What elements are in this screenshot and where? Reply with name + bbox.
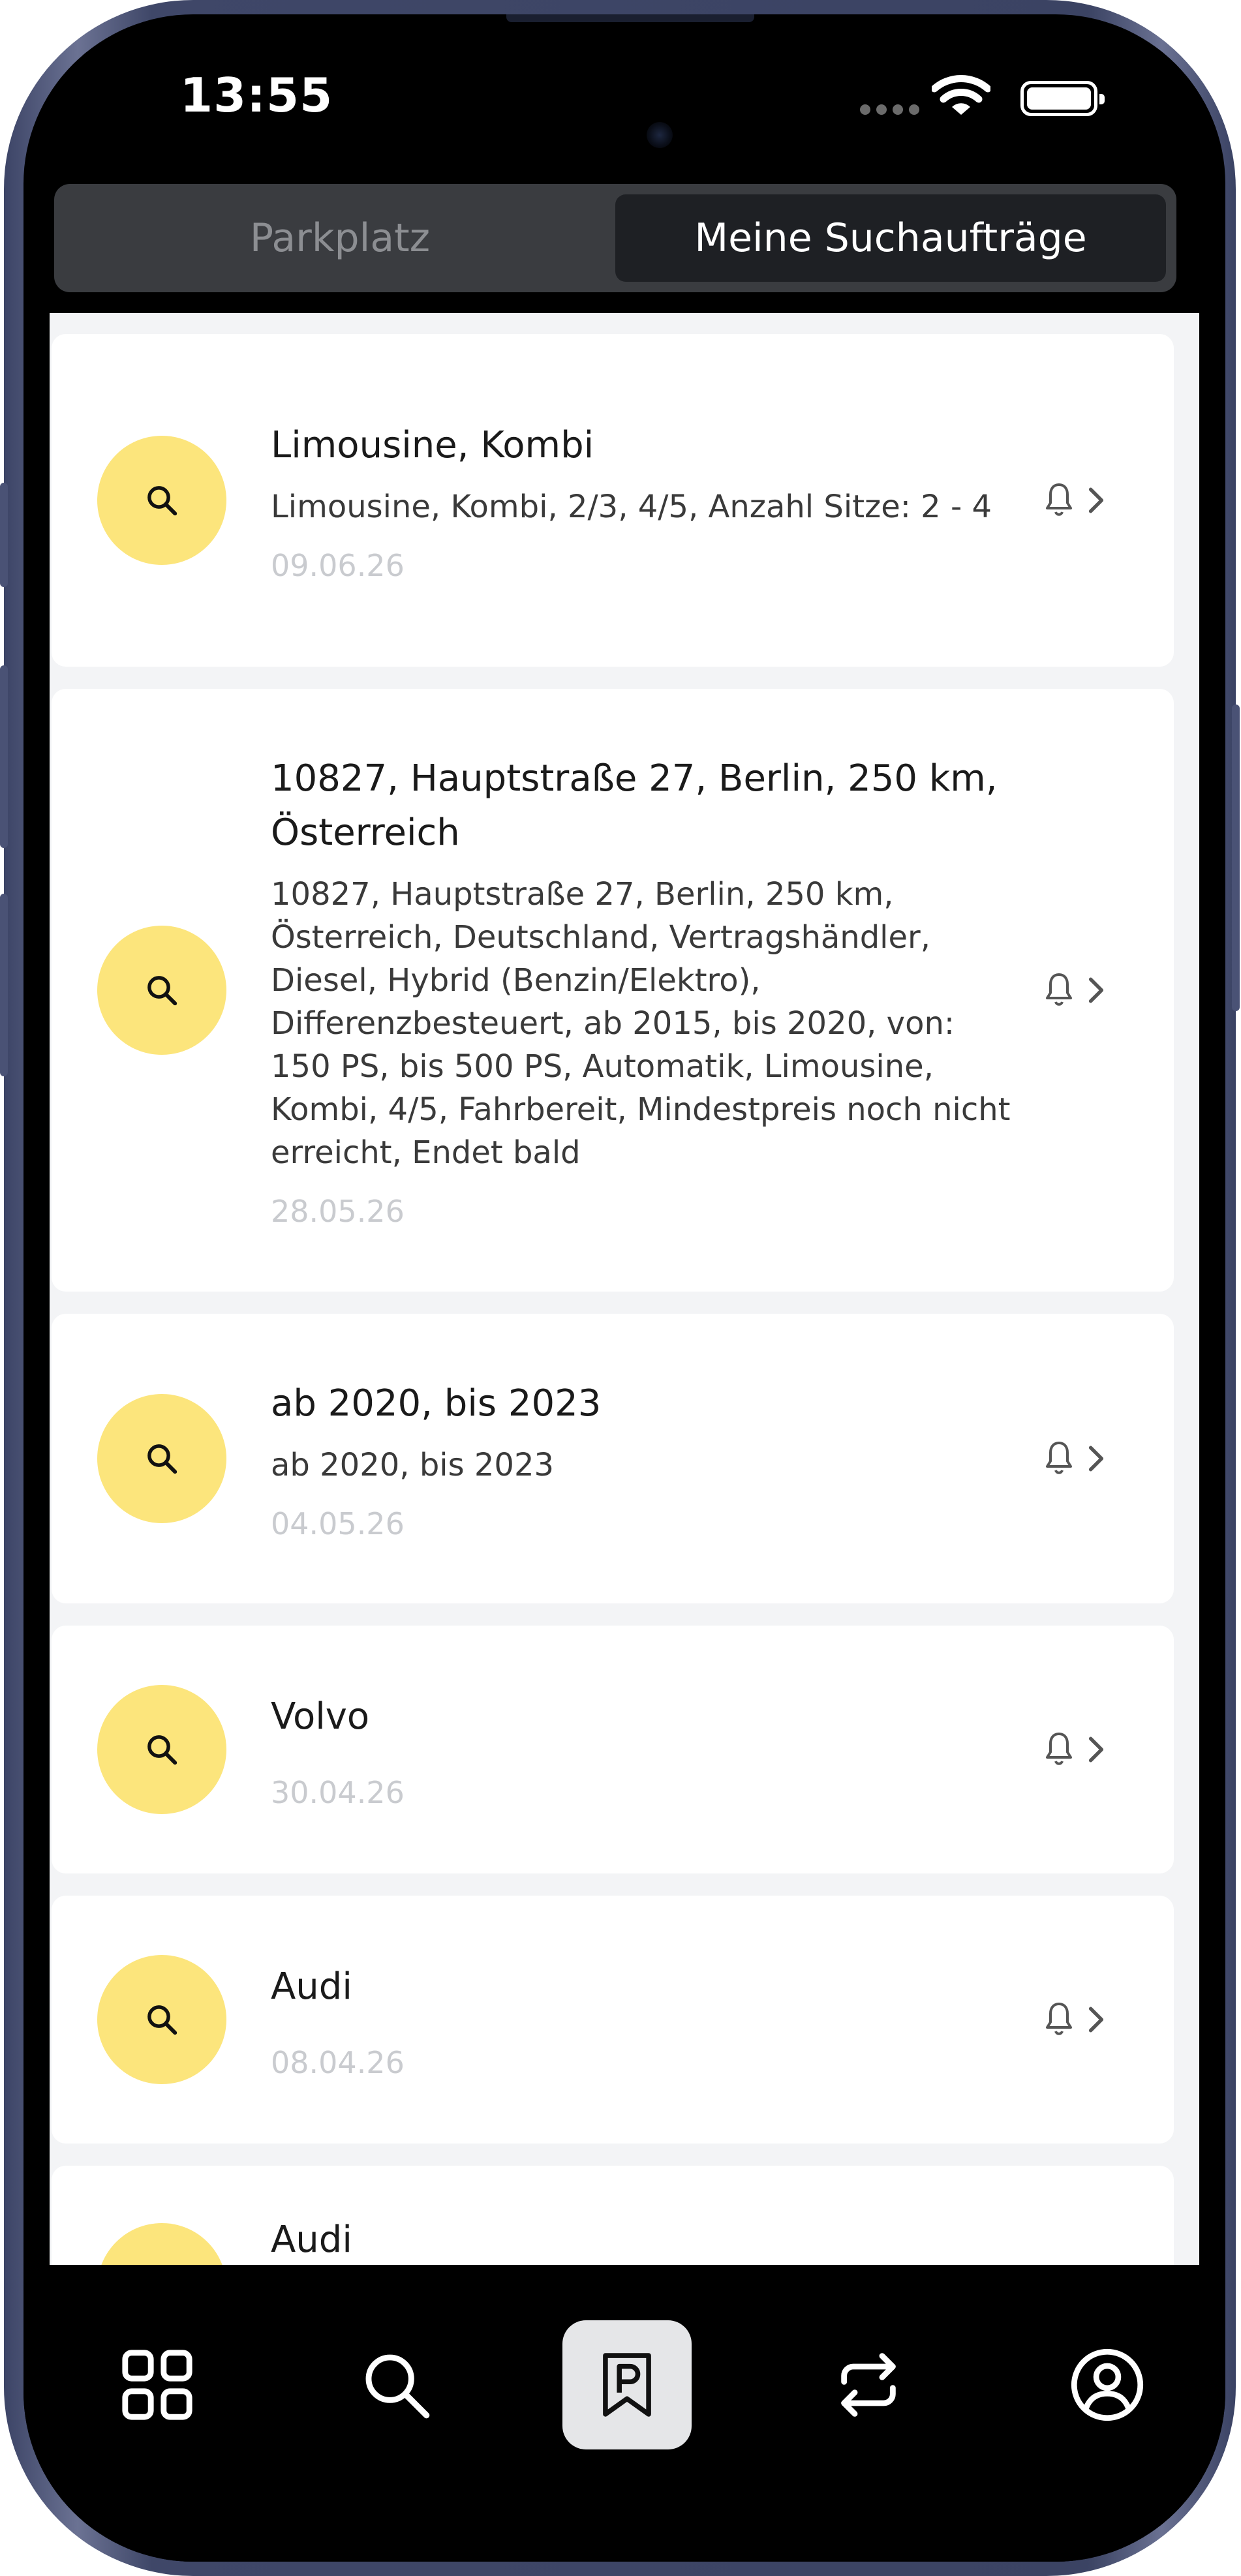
search-avatar	[97, 926, 226, 1055]
search-date: 30.04.26	[271, 1774, 405, 1810]
dashboard-grid-icon	[122, 2350, 192, 2420]
search-icon	[147, 486, 177, 516]
repeat-arrows-icon	[841, 2353, 896, 2417]
nav-dashboard[interactable]	[93, 2320, 222, 2449]
bell-icon[interactable]	[1043, 481, 1075, 520]
search-icon	[147, 1444, 177, 1474]
search-title: Audi	[271, 2219, 352, 2261]
search-title: Limousine, Kombi	[271, 423, 594, 466]
chevron-right-icon[interactable]	[1086, 2005, 1106, 2035]
search-date: 04.05.26	[271, 1506, 405, 1541]
wifi-icon	[932, 75, 990, 115]
search-description: ab 2020, bis 2023	[271, 1446, 555, 1483]
nav-parkplatz[interactable]	[562, 2320, 692, 2449]
search-date: 08.04.26	[271, 2044, 405, 2080]
chevron-right-icon[interactable]	[1086, 485, 1106, 515]
search-date: 09.06.26	[271, 547, 405, 583]
search-list[interactable]: Limousine, Kombi Limousine, Kombi, 2/3, …	[50, 313, 1199, 2265]
volume-down-button	[0, 665, 8, 848]
bell-icon[interactable]	[1043, 2000, 1075, 2039]
list-item[interactable]: Audi 08.04.26	[52, 1896, 1174, 2144]
search-title: Volvo	[271, 1695, 370, 1738]
search-avatar	[97, 2223, 226, 2265]
battery-icon	[1020, 81, 1105, 116]
parking-bookmark-icon	[603, 2353, 651, 2417]
search-avatar	[97, 1394, 226, 1523]
search-title: Audi	[271, 1965, 352, 2008]
phone-screen: 13:55 Parkplatz Meine Suchaufträge Limou…	[23, 14, 1225, 2562]
user-profile-icon	[1071, 2348, 1144, 2421]
search-description: 10827, Hauptstraße 27, Berlin, 250 km, Ö…	[271, 876, 1011, 1171]
search-icon	[147, 976, 177, 1006]
list-item[interactable]: Limousine, Kombi Limousine, Kombi, 2/3, …	[52, 334, 1174, 667]
chevron-right-icon[interactable]	[1086, 975, 1106, 1005]
power-button	[1232, 705, 1240, 1011]
status-time: 13:55	[180, 68, 333, 123]
mute-switch	[0, 894, 8, 1076]
list-item[interactable]: 10827, Hauptstraße 27, Berlin, 250 km, Ö…	[52, 689, 1174, 1292]
search-title: ab 2020, bis 2023	[271, 1382, 602, 1425]
signal-icon	[860, 104, 919, 115]
tab-meine-suchauftraege[interactable]: Meine Suchaufträge	[615, 194, 1166, 282]
bell-icon[interactable]	[1043, 1730, 1075, 1769]
front-camera	[647, 122, 673, 148]
chevron-right-icon[interactable]	[1086, 1735, 1106, 1765]
tab-parkplatz[interactable]: Parkplatz	[65, 194, 615, 282]
segment-tabs: Parkplatz Meine Suchaufträge	[54, 184, 1176, 292]
search-date: 28.05.26	[271, 1194, 405, 1229]
bell-icon[interactable]	[1043, 971, 1075, 1010]
search-avatar	[97, 1955, 226, 2084]
nav-search[interactable]	[331, 2320, 461, 2449]
list-item[interactable]: ab 2020, bis 2023 ab 2020, bis 2023 04.0…	[52, 1314, 1174, 1603]
search-avatar	[97, 436, 226, 565]
search-icon	[147, 1735, 177, 1765]
nav-exchange[interactable]	[804, 2320, 933, 2449]
chevron-right-icon[interactable]	[1086, 1444, 1106, 1474]
search-icon	[365, 2354, 430, 2419]
search-icon	[147, 2005, 177, 2035]
list-item[interactable]: Audi	[52, 2166, 1174, 2265]
bell-icon[interactable]	[1043, 1439, 1075, 1478]
speaker-slot	[506, 14, 754, 22]
search-title: 10827, Hauptstraße 27, Berlin, 250 km, Ö…	[271, 757, 998, 854]
list-item[interactable]: Volvo 30.04.26	[52, 1626, 1174, 1873]
bottom-navigation	[23, 2265, 1225, 2562]
volume-up-button	[0, 483, 8, 587]
nav-profile[interactable]	[1043, 2320, 1172, 2449]
search-avatar	[97, 1685, 226, 1814]
search-description: Limousine, Kombi, 2/3, 4/5, Anzahl Sitze…	[271, 488, 992, 525]
phone-frame: 13:55 Parkplatz Meine Suchaufträge Limou…	[0, 0, 1240, 2576]
